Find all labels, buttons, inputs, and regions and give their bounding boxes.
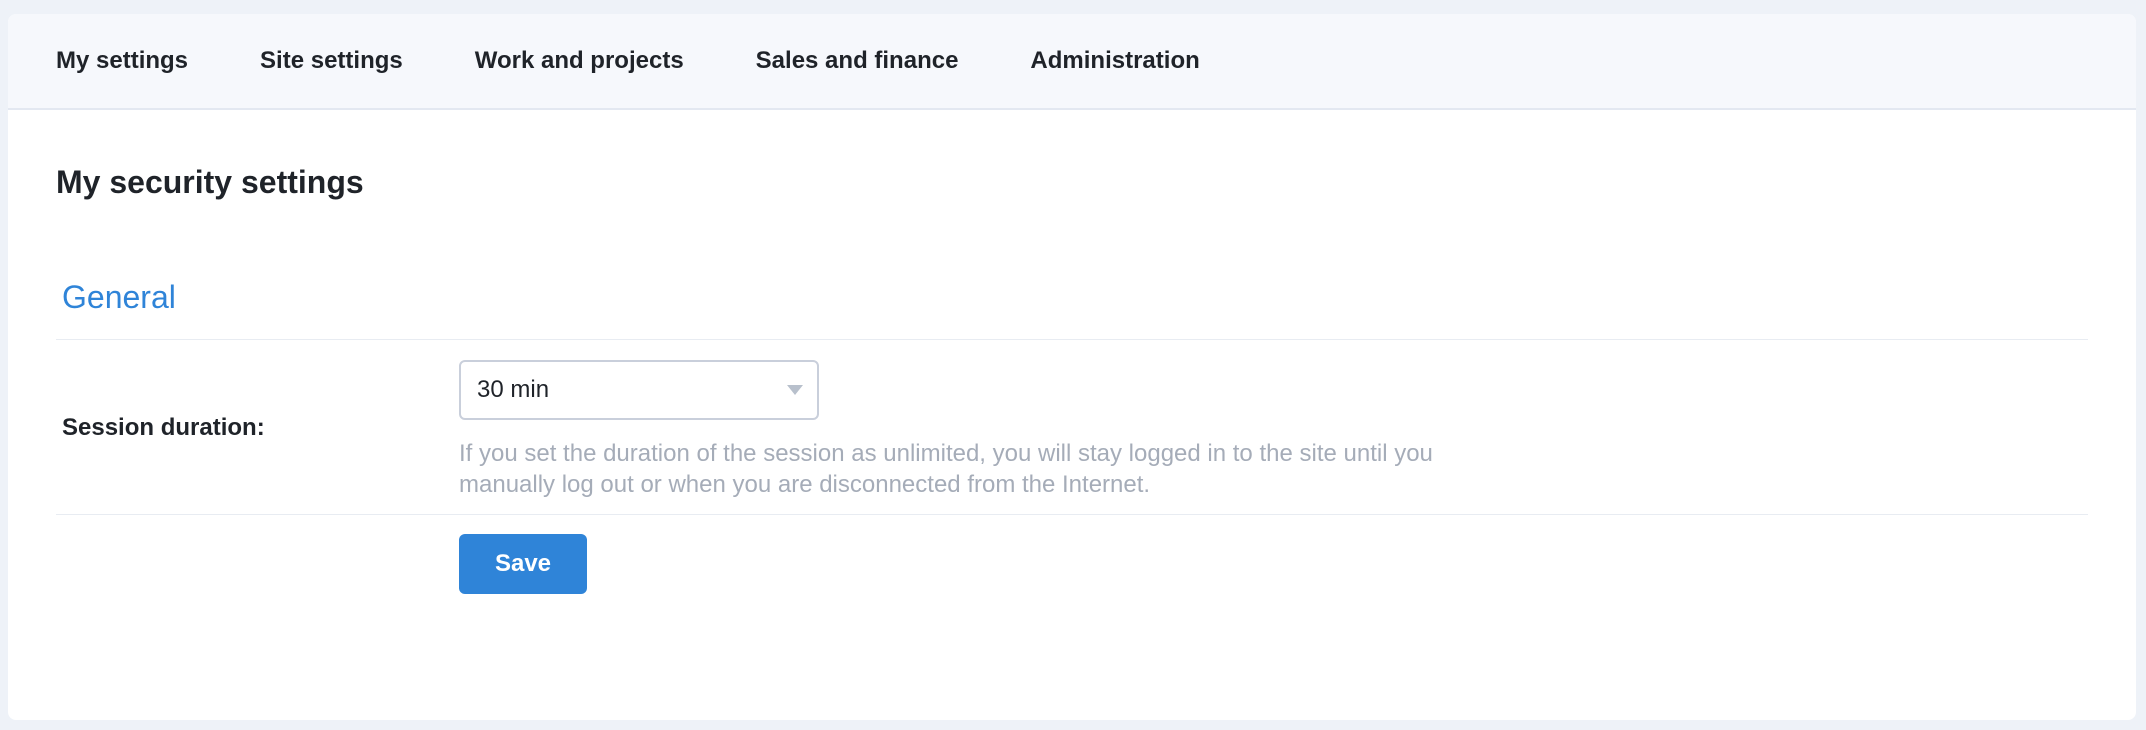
nav-item-my-settings[interactable]: My settings	[56, 47, 188, 75]
nav-item-site-settings[interactable]: Site settings	[260, 47, 403, 75]
settings-card: My settings Site settings Work and proje…	[8, 14, 2136, 720]
form-divider	[56, 514, 2088, 515]
nav-item-administration[interactable]: Administration	[1030, 47, 1199, 75]
session-duration-label: Session duration:	[62, 414, 265, 441]
section-title-general: General	[62, 279, 176, 315]
top-navigation: My settings Site settings Work and proje…	[8, 14, 2136, 110]
save-button[interactable]: Save	[459, 534, 587, 594]
nav-item-work-and-projects[interactable]: Work and projects	[475, 47, 684, 75]
chevron-down-icon	[787, 385, 803, 395]
session-duration-select[interactable]: 30 min	[459, 360, 819, 420]
section-divider	[56, 339, 2088, 340]
page-title: My security settings	[56, 164, 364, 200]
session-duration-value: 30 min	[477, 376, 550, 403]
session-duration-hint: If you set the duration of the session a…	[459, 440, 1433, 498]
nav-item-sales-and-finance[interactable]: Sales and finance	[756, 47, 959, 75]
